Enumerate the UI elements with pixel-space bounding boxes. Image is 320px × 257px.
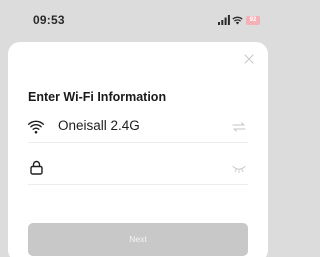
eye-closed-icon[interactable] bbox=[232, 165, 246, 173]
status-time: 09:53 bbox=[33, 13, 65, 27]
sheet-title: Enter Wi-Fi Information bbox=[28, 90, 167, 104]
status-icons: 92 bbox=[218, 14, 260, 26]
ssid-divider bbox=[28, 142, 248, 143]
password-input[interactable] bbox=[58, 159, 218, 179]
password-divider bbox=[28, 184, 248, 185]
wifi-info-sheet: Enter Wi-Fi Information Oneisall 2.4G Ne… bbox=[8, 42, 268, 257]
password-row[interactable] bbox=[28, 157, 248, 185]
status-bar: 09:53 92 bbox=[0, 0, 268, 42]
wifi-icon bbox=[28, 120, 44, 134]
battery-icon: 92 bbox=[246, 15, 260, 25]
cellular-signal-icon bbox=[218, 15, 230, 25]
next-button[interactable]: Next bbox=[28, 223, 248, 256]
switch-network-icon[interactable] bbox=[232, 122, 246, 132]
close-icon[interactable] bbox=[242, 52, 256, 66]
wifi-status-icon bbox=[232, 16, 243, 25]
screen: 09:53 92 Enter Wi-Fi Information Oneisal… bbox=[0, 0, 268, 257]
lock-icon bbox=[30, 160, 43, 175]
ssid-value: Oneisall 2.4G bbox=[58, 118, 140, 133]
ssid-row[interactable]: Oneisall 2.4G bbox=[28, 115, 248, 143]
